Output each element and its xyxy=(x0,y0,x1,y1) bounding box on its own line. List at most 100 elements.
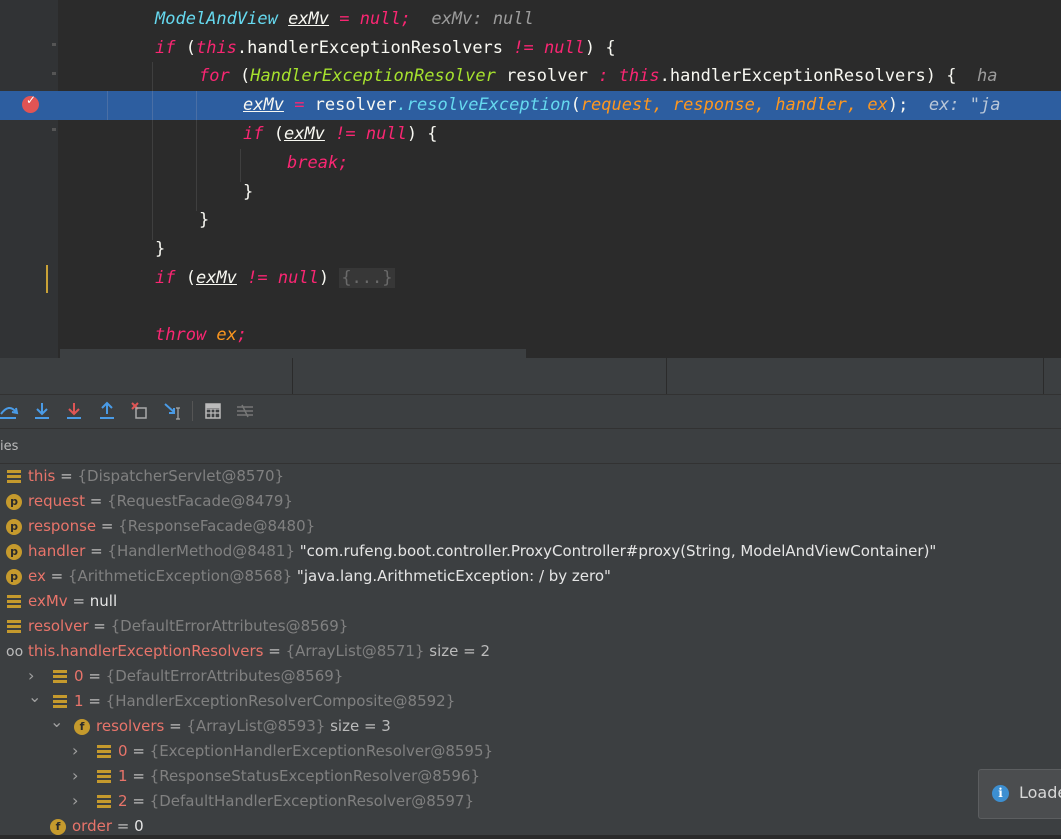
collection-size: size = 2 xyxy=(424,642,490,660)
chevron-down-icon[interactable]: ⌄ xyxy=(28,684,41,709)
code-token: != null xyxy=(503,38,585,58)
code-token: ) xyxy=(318,268,330,288)
variable-value: "com.rufeng.boot.controller.ProxyControl… xyxy=(295,542,937,560)
step-into-icon[interactable] xyxy=(31,400,53,422)
variable-name: order xyxy=(72,817,112,835)
equals-sign: = xyxy=(88,617,111,635)
code-token: ; xyxy=(236,325,248,345)
code-line: if (exMv != null) {...} xyxy=(155,268,395,288)
variable-value: 0 xyxy=(134,817,144,835)
code-token: .handlerExceptionResolvers xyxy=(236,38,504,58)
equals-sign: = xyxy=(127,792,150,810)
variable-type: {HandlerMethod@8481} xyxy=(107,542,295,560)
equals-sign: = xyxy=(263,642,286,660)
inline-debug-hint: ha xyxy=(976,66,998,86)
variable-name: ex xyxy=(28,567,46,585)
variable-type: {ArrayList@8571} xyxy=(285,642,425,660)
code-token: ) { xyxy=(406,124,438,144)
code-line: if (exMv != null) { xyxy=(243,124,438,144)
variable-type: {HandlerExceptionResolverComposite@8592} xyxy=(105,692,456,710)
code-token: this xyxy=(608,66,660,86)
code-line: if (this.handlerExceptionResolvers != nu… xyxy=(155,38,616,58)
equals-sign: = xyxy=(96,517,119,535)
debug-toolbar xyxy=(0,395,1061,429)
variable-name: 1 xyxy=(74,692,84,710)
code-token: if xyxy=(155,268,176,288)
notification-text: Loade xyxy=(1019,783,1061,802)
variable-icon xyxy=(96,769,112,785)
change-marker xyxy=(46,265,48,293)
variable-name: this.handlerExceptionResolvers xyxy=(28,642,264,660)
variable-name: 1 xyxy=(118,767,128,785)
variable-name: response xyxy=(28,517,97,535)
chevron-right-icon[interactable]: › xyxy=(72,788,84,813)
variable-icon xyxy=(6,619,22,635)
code-token: exMv xyxy=(283,124,325,144)
trace-stream-icon[interactable] xyxy=(234,400,256,422)
code-token: request, response, handler, ex xyxy=(580,95,888,115)
equals-sign: = xyxy=(83,692,106,710)
code-token: exMv xyxy=(243,95,284,115)
notification-balloon[interactable]: i Loade xyxy=(978,769,1061,819)
step-over-icon[interactable] xyxy=(0,400,20,422)
horizontal-scrollbar[interactable] xyxy=(60,349,526,358)
code-token: = null; xyxy=(329,9,411,29)
code-editor[interactable]: ModelAndView exMv = null; exMv: null if … xyxy=(0,0,1061,358)
variable-type: {ExceptionHandlerExceptionResolver@8595} xyxy=(149,742,494,760)
chevron-right-icon[interactable]: › xyxy=(72,763,84,788)
field-icon: f xyxy=(50,819,66,835)
code-token: : xyxy=(598,66,609,86)
code-token: } xyxy=(155,239,166,259)
force-step-into-icon[interactable] xyxy=(63,400,85,422)
variable-type: {ResponseStatusExceptionResolver@8596} xyxy=(149,767,480,785)
code-token: throw xyxy=(155,325,207,345)
variable-name: exMv xyxy=(28,592,68,610)
variable-name: this xyxy=(28,467,56,485)
drop-frame-icon[interactable] xyxy=(129,400,151,422)
code-line: ModelAndView exMv = null; exMv: null xyxy=(0,5,1061,34)
code-token: } xyxy=(199,210,210,230)
variable-name: resolvers xyxy=(96,717,165,735)
code-token: = xyxy=(283,95,315,115)
variable-name: 0 xyxy=(118,742,128,760)
code-token: ex xyxy=(206,325,237,345)
code-token: exMv xyxy=(195,268,237,288)
code-token: break; xyxy=(287,153,349,173)
variable-type: {DefaultHandlerExceptionResolver@8597} xyxy=(149,792,475,810)
equals-sign: = xyxy=(127,742,150,760)
code-line: } xyxy=(0,206,1061,235)
equals-sign: = xyxy=(127,767,150,785)
code-token: != null xyxy=(236,268,319,288)
equals-sign: = xyxy=(67,592,90,610)
chevron-down-icon[interactable]: ⌄ xyxy=(50,709,63,734)
variable-value: null xyxy=(89,592,118,610)
field-icon: f xyxy=(74,719,90,735)
code-token: resolver xyxy=(314,95,397,115)
debug-tab-strip[interactable] xyxy=(0,358,1061,395)
info-icon: i xyxy=(992,785,1009,802)
code-token: exMv xyxy=(288,9,330,29)
current-execution-line[interactable]: exMv = resolver.resolveException(request… xyxy=(0,91,1061,120)
parameter-icon: p xyxy=(6,569,22,585)
code-line: throw ex; xyxy=(0,321,1061,350)
variable-icon xyxy=(6,469,22,485)
variables-header: ies xyxy=(0,429,1061,464)
variable-type: {ArrayList@8593} xyxy=(186,717,326,735)
equals-sign: = xyxy=(85,492,108,510)
variable-type: {DispatcherServlet@8570} xyxy=(77,467,285,485)
code-line: break; xyxy=(0,149,1061,178)
code-token: resolver xyxy=(495,66,599,86)
run-to-cursor-icon[interactable] xyxy=(162,400,184,422)
chevron-right-icon[interactable]: › xyxy=(72,738,84,763)
variable-icon xyxy=(6,594,22,610)
evaluate-expression-icon[interactable] xyxy=(202,400,224,422)
step-out-icon[interactable] xyxy=(96,400,118,422)
code-token: != null xyxy=(324,124,407,144)
variable-icon xyxy=(52,669,68,685)
variable-type: {ResponseFacade@8480} xyxy=(118,517,316,535)
code-line: for (HandlerExceptionResolver resolver :… xyxy=(199,66,998,86)
variable-icon xyxy=(96,794,112,810)
code-token: ) { xyxy=(925,66,957,86)
variable-name: request xyxy=(28,492,86,510)
folded-code-block[interactable]: {...} xyxy=(339,268,395,288)
